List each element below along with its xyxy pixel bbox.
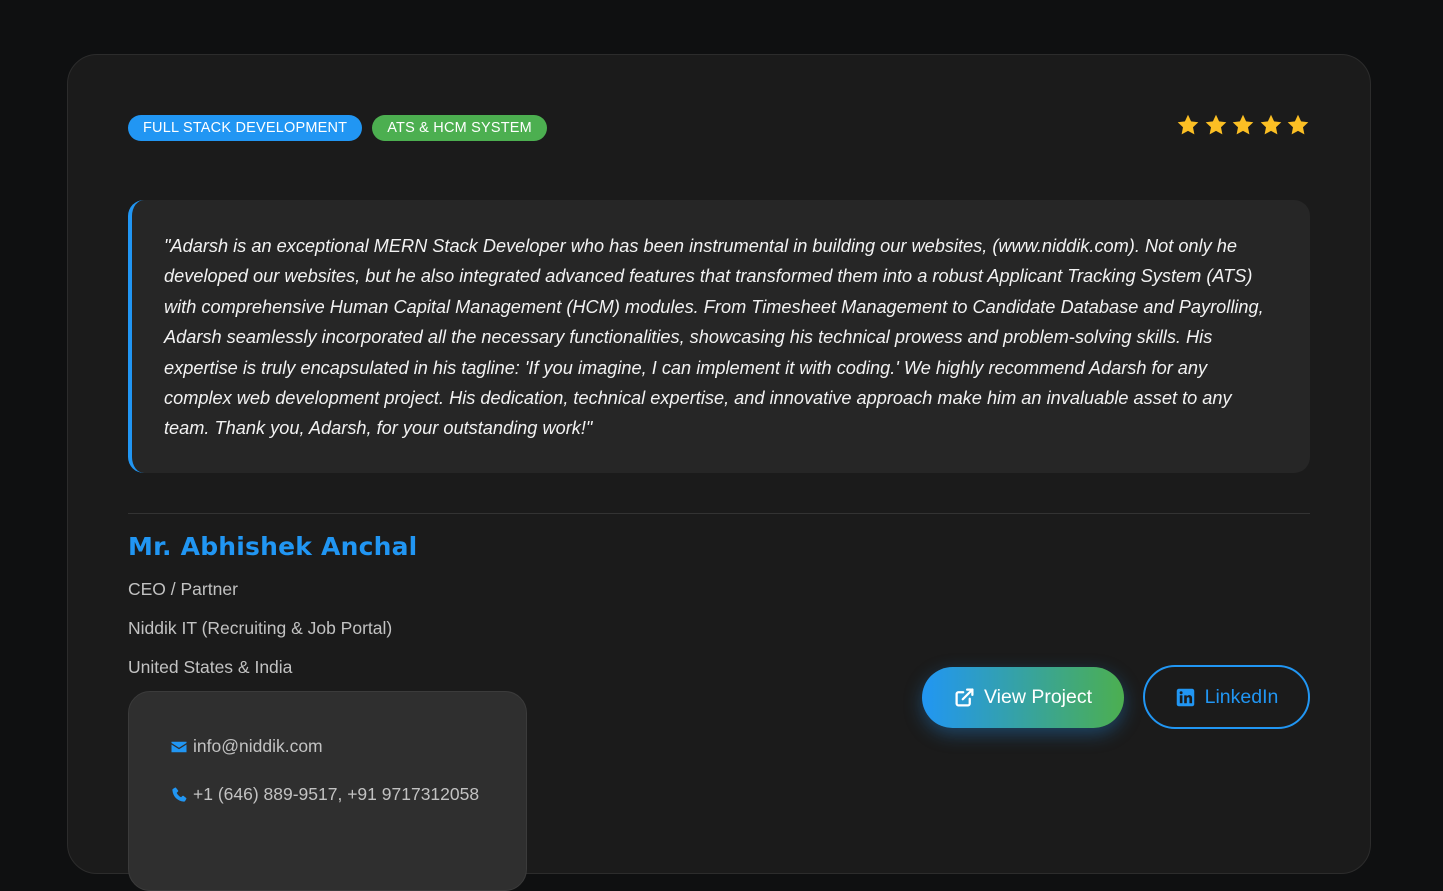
email-text: info@niddik.com (193, 736, 323, 756)
author-role: CEO / Partner (128, 579, 238, 599)
tag-list: FULL STACK DEVELOPMENT ATS & HCM SYSTEM (128, 115, 547, 141)
star-icon (1260, 114, 1281, 135)
testimonial-card: FULL STACK DEVELOPMENT ATS & HCM SYSTEM … (67, 54, 1371, 891)
view-project-button[interactable]: View Project (922, 667, 1124, 728)
star-icon (1287, 114, 1309, 135)
star-rating (1176, 113, 1310, 137)
star-icon (1177, 114, 1199, 135)
divider (128, 513, 1310, 514)
linkedin-icon (1176, 688, 1194, 706)
tag-ats-hcm: ATS & HCM SYSTEM (372, 115, 547, 141)
contact-phone[interactable]: +1 (646) 889-9517, +91 9717312058 (170, 784, 479, 805)
star-icon (1205, 114, 1226, 135)
envelope-icon (171, 741, 187, 752)
tag-full-stack: FULL STACK DEVELOPMENT (128, 115, 363, 141)
linkedin-button[interactable]: LinkedIn (1143, 665, 1310, 729)
testimonial-quote: "Adarsh is an exceptional MERN Stack Dev… (128, 200, 1310, 473)
view-project-label: View Project (983, 686, 1093, 708)
linkedin-label: LinkedIn (1204, 685, 1279, 708)
author-location: United States & India (128, 657, 293, 677)
phone-text: +1 (646) 889-9517, +91 9717312058 (193, 784, 480, 804)
phone-icon (172, 787, 187, 802)
quote-text: "Adarsh is an exceptional MERN Stack Dev… (164, 236, 1264, 439)
star-icon (1232, 114, 1254, 135)
external-link-icon (955, 688, 974, 707)
contact-card: info@niddik.com +1 (646) 889-9517, +91 9… (128, 691, 527, 891)
author-name: Mr. Abhishek Anchal (128, 532, 418, 561)
author-company: Niddik IT (Recruiting & Job Portal) (128, 618, 393, 638)
contact-email[interactable]: info@niddik.com (170, 736, 323, 757)
